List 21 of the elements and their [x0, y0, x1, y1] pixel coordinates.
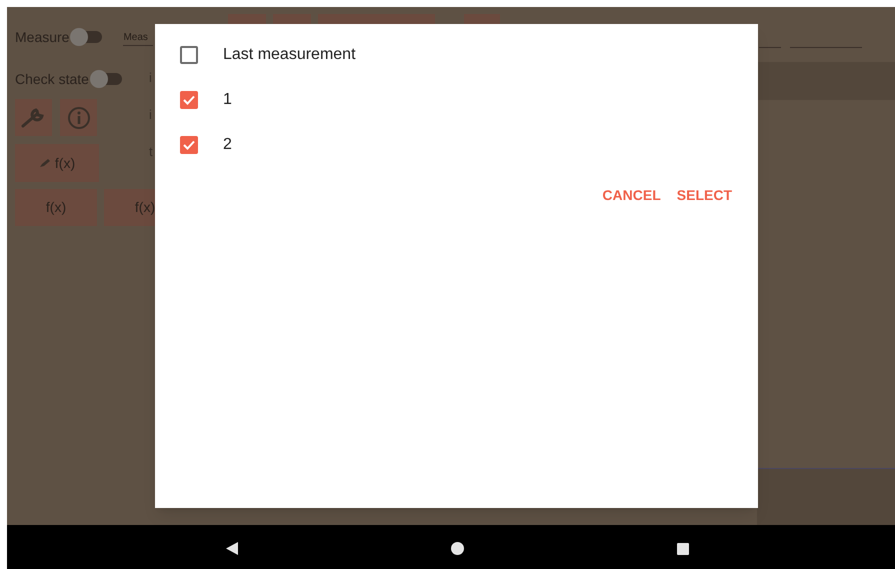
- toggle-switch[interactable]: [70, 28, 104, 46]
- home-icon[interactable]: [451, 542, 464, 555]
- edit-function-button[interactable]: f(x): [15, 144, 99, 182]
- checkbox[interactable]: [180, 90, 198, 108]
- checkbox[interactable]: [180, 136, 198, 154]
- list-item[interactable]: Last measurement: [155, 32, 758, 77]
- checkbox[interactable]: [180, 46, 198, 64]
- info-button[interactable]: [60, 99, 97, 136]
- select-button[interactable]: SELECT: [670, 179, 738, 212]
- check-icon: [183, 140, 195, 150]
- check-icon: [183, 94, 195, 104]
- toggle-switch[interactable]: [90, 70, 124, 88]
- info-icon: [66, 106, 90, 130]
- input-field[interactable]: Meas: [123, 28, 154, 46]
- pencil-icon: [38, 158, 51, 168]
- list-item[interactable]: 1: [155, 77, 758, 122]
- back-icon[interactable]: [226, 542, 238, 555]
- function-button[interactable]: f(x): [15, 189, 97, 226]
- cancel-button[interactable]: CANCEL: [596, 179, 667, 212]
- list-item[interactable]: 2: [155, 122, 758, 167]
- settings-button[interactable]: [15, 99, 52, 136]
